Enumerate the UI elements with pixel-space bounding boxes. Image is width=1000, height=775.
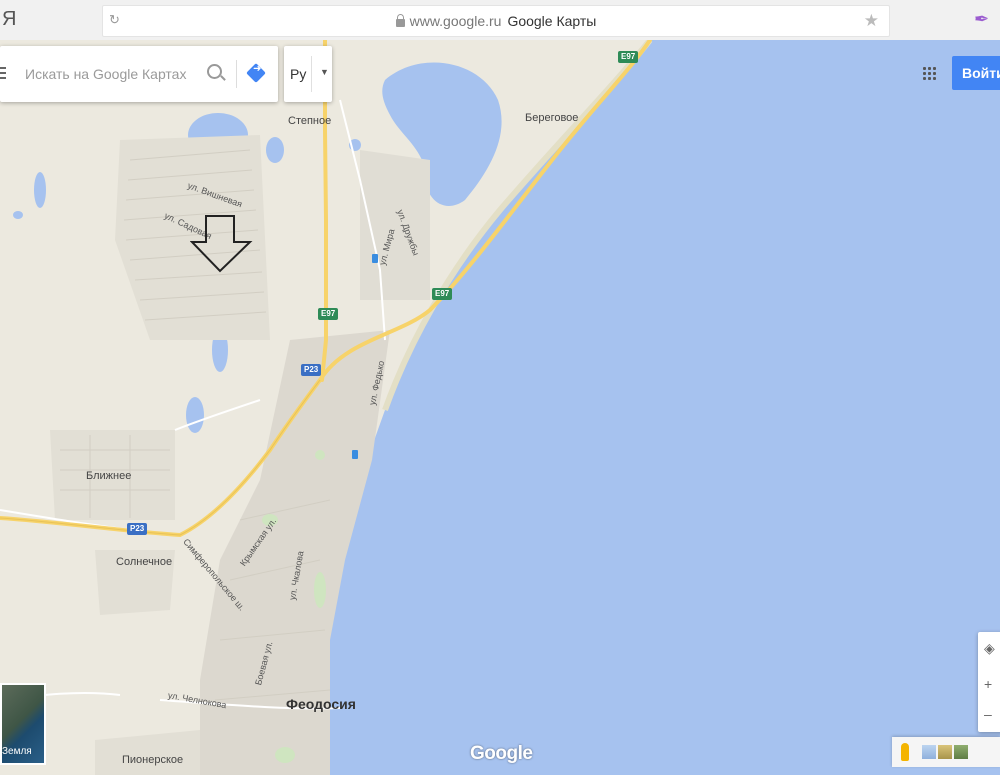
search-icon[interactable] (207, 64, 222, 79)
divider (236, 60, 237, 88)
my-location-icon[interactable]: ◈ (984, 640, 995, 657)
place-label-blizhnee[interactable]: Ближнее (86, 470, 131, 482)
bus-stop-icon[interactable] (352, 450, 358, 459)
road-shield-p23: P23 (127, 523, 148, 535)
layer-thumb-icon[interactable] (938, 745, 952, 759)
earth-label: Земля (2, 746, 32, 757)
map-graphics (0, 40, 1000, 775)
yandex-logo[interactable]: Я (2, 8, 16, 31)
road-shield-p23: P23 (301, 364, 322, 376)
lake-small-2 (34, 172, 46, 208)
zoom-controls: ◈ + – (978, 632, 1000, 732)
google-logo: Google (470, 743, 533, 764)
place-label-feodosiya[interactable]: Феодосия (286, 696, 356, 712)
address-bar[interactable]: ↻ www.google.ru Google Карты ★ (102, 5, 890, 37)
browser-toolbar: Я ↻ www.google.ru Google Карты ★ ✒ (0, 0, 1000, 41)
layer-thumb-icon[interactable] (954, 745, 968, 759)
url-text: www.google.ru (409, 13, 502, 29)
apps-grid-icon[interactable] (922, 66, 936, 80)
satellite-toggle[interactable]: Земля (0, 683, 46, 765)
lake-small-3 (13, 211, 23, 219)
zoom-in-button[interactable]: + (984, 676, 992, 692)
lake-small-1 (266, 137, 284, 163)
place-label-pionerskoe[interactable]: Пионерское (122, 754, 183, 766)
language-label: Ру (290, 66, 307, 82)
zoom-out-button[interactable]: – (984, 706, 992, 722)
down-arrow-icon (190, 215, 253, 273)
bookmark-star-icon[interactable]: ★ (864, 11, 879, 31)
directions-icon[interactable] (246, 63, 266, 83)
page-title: Google Карты (507, 13, 597, 29)
road-shield-e97: E97 (432, 288, 453, 300)
lock-icon (395, 14, 405, 27)
sign-in-button[interactable]: Войти (952, 56, 1000, 90)
bus-stop-icon[interactable] (372, 254, 378, 263)
layer-thumb-icon[interactable] (922, 745, 936, 759)
caret-down-icon[interactable]: ▼ (320, 67, 329, 77)
park-2 (314, 572, 326, 608)
road-shield-e97: E97 (318, 308, 339, 320)
layers-bar (892, 737, 1000, 767)
language-selector[interactable]: Ру ▼ (284, 46, 332, 102)
search-panel: Искать на Google Картах (0, 46, 278, 102)
park-4 (315, 450, 325, 460)
menu-icon[interactable] (0, 67, 6, 69)
pegman-icon[interactable] (901, 743, 909, 761)
pen-icon[interactable]: ✒ (974, 9, 989, 30)
road-shield-e97: E97 (618, 51, 639, 63)
url-display: www.google.ru Google Карты (103, 13, 889, 29)
place-label-solnechnoe[interactable]: Солнечное (116, 556, 172, 568)
lake-small-5 (186, 397, 204, 433)
map-canvas[interactable]: Степное Береговое Ближнее Солнечное Феод… (0, 40, 1000, 775)
place-label-stepnoe[interactable]: Степное (288, 115, 331, 127)
park-3 (275, 747, 295, 763)
divider (311, 56, 312, 92)
place-label-beregovoe[interactable]: Береговое (525, 112, 578, 124)
search-input[interactable]: Искать на Google Картах (25, 66, 186, 82)
